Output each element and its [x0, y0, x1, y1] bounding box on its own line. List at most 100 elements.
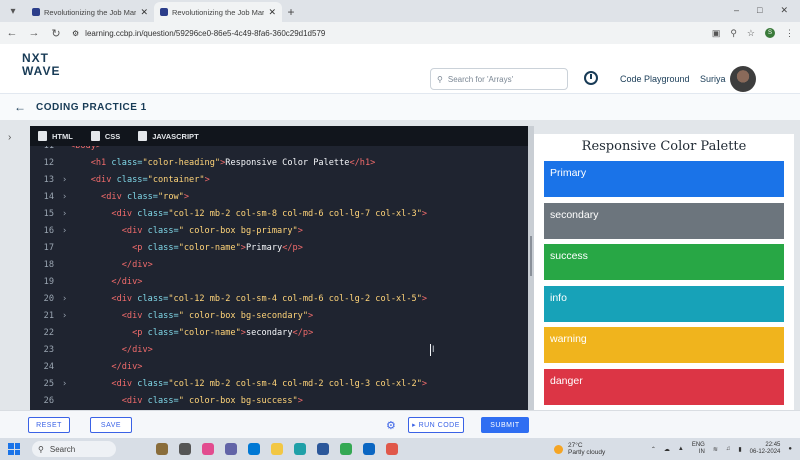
- fold-chevron-icon[interactable]: ›: [62, 206, 70, 223]
- code-playground-link[interactable]: Code Playground: [620, 74, 690, 84]
- fold-chevron-icon[interactable]: ›: [62, 308, 70, 325]
- task-view-icon[interactable]: [179, 443, 191, 455]
- search-icon: ⚲: [38, 444, 44, 454]
- timer-icon[interactable]: [584, 71, 598, 85]
- code-line[interactable]: 24 </div>: [30, 359, 528, 376]
- weather-desc: Partly cloudy: [568, 449, 606, 456]
- output-preview: Responsive Color Palette Primary secondar…: [534, 134, 794, 410]
- edge-icon[interactable]: [294, 443, 306, 455]
- code-line[interactable]: 23 </div>: [30, 342, 528, 359]
- browser-tab-1[interactable]: Revolutionizing the Job Market ✕: [26, 2, 154, 22]
- chevron-right-icon[interactable]: ›: [8, 132, 11, 143]
- weather-widget[interactable]: 27°C Partly cloudy: [554, 442, 605, 456]
- taskbar-search[interactable]: ⚲ Search: [32, 441, 116, 457]
- fold-chevron-icon[interactable]: ›: [62, 291, 70, 308]
- tab-html[interactable]: HTML: [38, 131, 73, 141]
- code-line[interactable]: 14 › <div class="row">: [30, 189, 528, 206]
- run-code-button[interactable]: ▸ RUN CODE: [408, 417, 464, 433]
- fold-chevron-icon[interactable]: ›: [62, 172, 70, 189]
- code-line[interactable]: 13 › <div class="container">: [30, 172, 528, 189]
- search-input[interactable]: ⚲ Search for 'Arrays': [430, 68, 568, 90]
- tab-javascript-label: JAVASCRIPT: [152, 131, 199, 141]
- line-number: 17: [43, 243, 54, 253]
- save-button[interactable]: SAVE: [90, 417, 132, 433]
- profile-avatar-icon[interactable]: S: [765, 28, 775, 38]
- code-line[interactable]: 18 </div>: [30, 257, 528, 274]
- wifi-icon[interactable]: ≋: [713, 446, 718, 453]
- clock[interactable]: 22:45 06-12-2024: [750, 442, 781, 456]
- time: 22:45: [765, 442, 781, 448]
- code-text: <div class="col-12 mb-2 col-sm-4 col-md-…: [111, 294, 428, 304]
- window-controls: – □ ✕: [734, 5, 800, 22]
- code-line[interactable]: 19 </div>: [30, 274, 528, 291]
- file-explorer-icon[interactable]: [271, 443, 283, 455]
- submit-button[interactable]: SUBMIT: [481, 417, 529, 433]
- volume-icon[interactable]: ♫: [726, 446, 731, 452]
- menu-dots-icon[interactable]: ⋮: [785, 28, 794, 39]
- reset-button[interactable]: RESET: [28, 417, 70, 433]
- store-icon[interactable]: [248, 443, 260, 455]
- code-text: <div class="col-12 mb-2 col-sm-8 col-md-…: [111, 209, 428, 219]
- site-info-icon[interactable]: ⚙: [72, 29, 79, 38]
- tray-chevron-icon[interactable]: ⌃: [651, 446, 656, 453]
- new-tab-icon[interactable]: +: [282, 2, 300, 22]
- avatar[interactable]: [730, 66, 756, 92]
- nxtwave-logo[interactable]: NXT WAVE: [22, 52, 60, 78]
- fold-chevron-icon[interactable]: ›: [62, 223, 70, 240]
- browser-tab-2[interactable]: Revolutionizing the Job Market ✕: [154, 2, 282, 22]
- code-line[interactable]: 16 › <div class=" color-box bg-primary">: [30, 223, 528, 240]
- minimize-icon[interactable]: –: [734, 5, 739, 16]
- user-name[interactable]: Suriya: [700, 74, 726, 84]
- code-line[interactable]: 26 <div class=" color-box bg-success">: [30, 393, 528, 410]
- search-placeholder: Search for 'Arrays': [447, 74, 514, 84]
- windows-start-icon[interactable]: [8, 443, 20, 455]
- zoom-icon[interactable]: ⚲: [730, 28, 737, 39]
- linkedin-icon[interactable]: [363, 443, 375, 455]
- tab-css-label: CSS: [104, 131, 121, 141]
- fold-chevron-icon[interactable]: ›: [62, 376, 70, 393]
- code-line[interactable]: 11 <body>: [30, 146, 528, 155]
- browser-toolbar-icons: ▣ ⚲ ☆ S ⋮: [712, 28, 794, 39]
- back-icon[interactable]: ←: [6, 27, 18, 39]
- battery-icon[interactable]: ▮: [738, 446, 741, 453]
- code-area[interactable]: 11 <body> 12 <h1 class="color-heading">Re…: [30, 146, 528, 410]
- back-arrow-icon[interactable]: ←: [14, 100, 26, 114]
- close-tab-icon[interactable]: ✕: [140, 7, 148, 18]
- code-line[interactable]: 20 › <div class="col-12 mb-2 col-sm-4 col…: [30, 291, 528, 308]
- code-line[interactable]: 12 <h1 class="color-heading">Responsive …: [30, 155, 528, 172]
- code-editor[interactable]: HTML CSS JAVASCRIPT 11 <body> 12 <h1 clas…: [30, 126, 528, 410]
- line-number: 18: [43, 260, 54, 270]
- network-icon[interactable]: ▲: [678, 446, 684, 452]
- settings-gear-icon[interactable]: ⚙: [386, 419, 396, 432]
- pinned-apps: [156, 443, 398, 455]
- app-header: NXT WAVE ⚲ Search for 'Arrays' Code Play…: [0, 44, 800, 94]
- css-file-icon: [90, 131, 100, 141]
- cast-icon[interactable]: ▣: [712, 28, 721, 39]
- code-line[interactable]: 21 › <div class=" color-box bg-secondary"…: [30, 308, 528, 325]
- fold-chevron-icon[interactable]: ›: [62, 189, 70, 206]
- tab-css[interactable]: CSS: [90, 131, 121, 141]
- widgets-app-icon[interactable]: [156, 443, 168, 455]
- copilot-icon[interactable]: [202, 443, 214, 455]
- close-tab-icon[interactable]: ✕: [268, 7, 276, 18]
- tab-javascript[interactable]: JAVASCRIPT: [138, 131, 199, 141]
- chrome-icon[interactable]: [340, 443, 352, 455]
- close-window-icon[interactable]: ✕: [780, 5, 788, 16]
- bookmark-star-icon[interactable]: ☆: [747, 28, 755, 39]
- reload-icon[interactable]: ↻: [50, 27, 62, 40]
- forward-icon[interactable]: →: [28, 27, 40, 39]
- word-icon[interactable]: [317, 443, 329, 455]
- code-line[interactable]: 25 › <div class="col-12 mb-2 col-sm-4 col…: [30, 376, 528, 393]
- maximize-icon[interactable]: □: [757, 5, 762, 16]
- teams-icon[interactable]: [225, 443, 237, 455]
- notifications-icon[interactable]: ●: [788, 446, 792, 452]
- tab-list-icon[interactable]: ▾: [0, 0, 26, 22]
- language-indicator[interactable]: ENG IN: [692, 442, 705, 456]
- code-line[interactable]: 22 <p class="color-name">secondary</p>: [30, 325, 528, 342]
- url-bar[interactable]: ⚙ learning.ccbp.in/question/59296ce0-86e…: [72, 25, 702, 41]
- code-line[interactable]: 17 <p class="color-name">Primary</p>: [30, 240, 528, 257]
- code-line[interactable]: 15 › <div class="col-12 mb-2 col-sm-8 col…: [30, 206, 528, 223]
- wps-icon[interactable]: [386, 443, 398, 455]
- cloud-icon[interactable]: ☁: [664, 446, 670, 453]
